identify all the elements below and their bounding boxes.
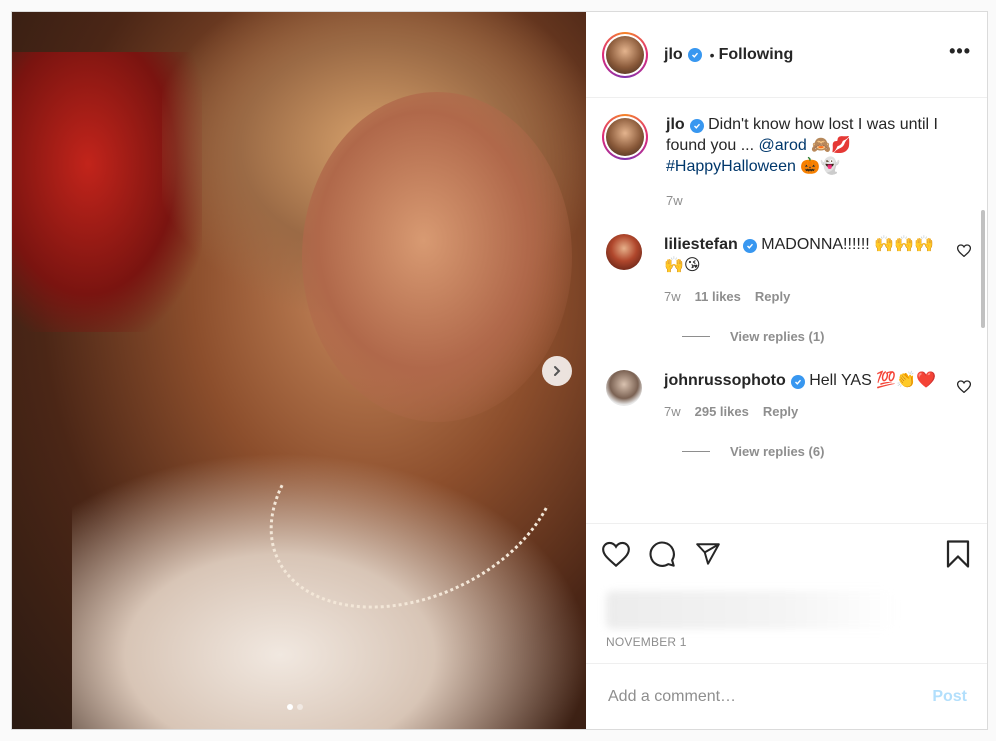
comment-text: Hell YAS 💯👏❤️ bbox=[809, 372, 936, 389]
action-bar bbox=[586, 523, 987, 583]
caption-emojis: 🙈💋 bbox=[811, 137, 852, 154]
author-username[interactable]: jlo bbox=[664, 46, 683, 64]
comment-likes[interactable]: 295 likes bbox=[695, 404, 749, 419]
add-comment-bar: Post bbox=[586, 663, 987, 729]
caption-avatar[interactable] bbox=[602, 114, 648, 160]
photo-subject bbox=[302, 92, 572, 422]
comments-scrollbar[interactable] bbox=[981, 210, 985, 328]
comment-item: johnrussophoto Hell YAS 💯👏❤️ 7w 295 like… bbox=[602, 370, 972, 419]
hashtag-link[interactable]: #HappyHalloween bbox=[666, 158, 796, 175]
post-header: jlo • Following ••• bbox=[586, 12, 987, 98]
carousel-dot bbox=[287, 704, 293, 710]
post-sidebar: jlo • Following ••• jlo Didn't know how … bbox=[586, 12, 987, 729]
share-send-icon[interactable] bbox=[694, 541, 722, 567]
like-heart-icon[interactable] bbox=[602, 541, 630, 567]
carousel-next-button[interactable] bbox=[542, 356, 572, 386]
carousel-dot bbox=[297, 704, 303, 710]
commenter-avatar[interactable] bbox=[606, 370, 642, 406]
comment-username[interactable]: liliestefan bbox=[664, 236, 738, 253]
hashtag-emojis: 🎃👻 bbox=[800, 158, 841, 175]
separator-dot: • bbox=[709, 46, 715, 63]
reply-button[interactable]: Reply bbox=[755, 289, 790, 304]
post-date[interactable]: NOVEMBER 1 bbox=[586, 627, 987, 663]
mention-link[interactable]: @arod bbox=[759, 137, 807, 154]
comment-bubble-icon[interactable] bbox=[648, 540, 676, 568]
caption: jlo Didn't know how lost I was until I f… bbox=[602, 114, 971, 208]
commenter-avatar[interactable] bbox=[606, 234, 642, 270]
comment-time[interactable]: 7w bbox=[664, 289, 681, 304]
reply-button[interactable]: Reply bbox=[763, 404, 798, 419]
author-avatar[interactable] bbox=[602, 31, 648, 78]
add-comment-input[interactable] bbox=[606, 686, 933, 707]
post-comment-button[interactable]: Post bbox=[932, 688, 967, 706]
carousel-indicator bbox=[287, 704, 303, 710]
comment-time[interactable]: 7w bbox=[664, 404, 681, 419]
chevron-right-icon bbox=[554, 366, 561, 376]
likes-summary-blurred bbox=[586, 583, 987, 629]
more-options-icon[interactable]: ••• bbox=[949, 41, 971, 68]
like-comment-heart-icon[interactable] bbox=[956, 234, 972, 304]
following-button[interactable]: Following bbox=[719, 46, 794, 64]
post-modal: jlo • Following ••• jlo Didn't know how … bbox=[11, 11, 988, 730]
caption-username[interactable]: jlo bbox=[666, 116, 685, 133]
comment-item: liliestefan MADONNA!!!!!! 🙌🙌🙌🙌😘 7w 11 li… bbox=[602, 234, 972, 304]
comment-likes[interactable]: 11 likes bbox=[695, 289, 741, 304]
view-replies-button[interactable]: View replies (1) bbox=[682, 329, 971, 344]
verified-badge-icon bbox=[742, 239, 757, 253]
view-replies-button[interactable]: View replies (6) bbox=[682, 444, 971, 459]
post-photo[interactable] bbox=[12, 12, 586, 729]
verified-badge-icon bbox=[689, 119, 704, 133]
caption-time[interactable]: 7w bbox=[666, 193, 683, 208]
like-comment-heart-icon[interactable] bbox=[956, 370, 972, 419]
verified-badge-icon bbox=[687, 47, 702, 62]
comments-list[interactable]: jlo Didn't know how lost I was until I f… bbox=[586, 98, 987, 523]
comment-username[interactable]: johnrussophoto bbox=[664, 372, 786, 389]
save-bookmark-icon[interactable] bbox=[945, 539, 971, 569]
verified-badge-icon bbox=[790, 375, 805, 389]
